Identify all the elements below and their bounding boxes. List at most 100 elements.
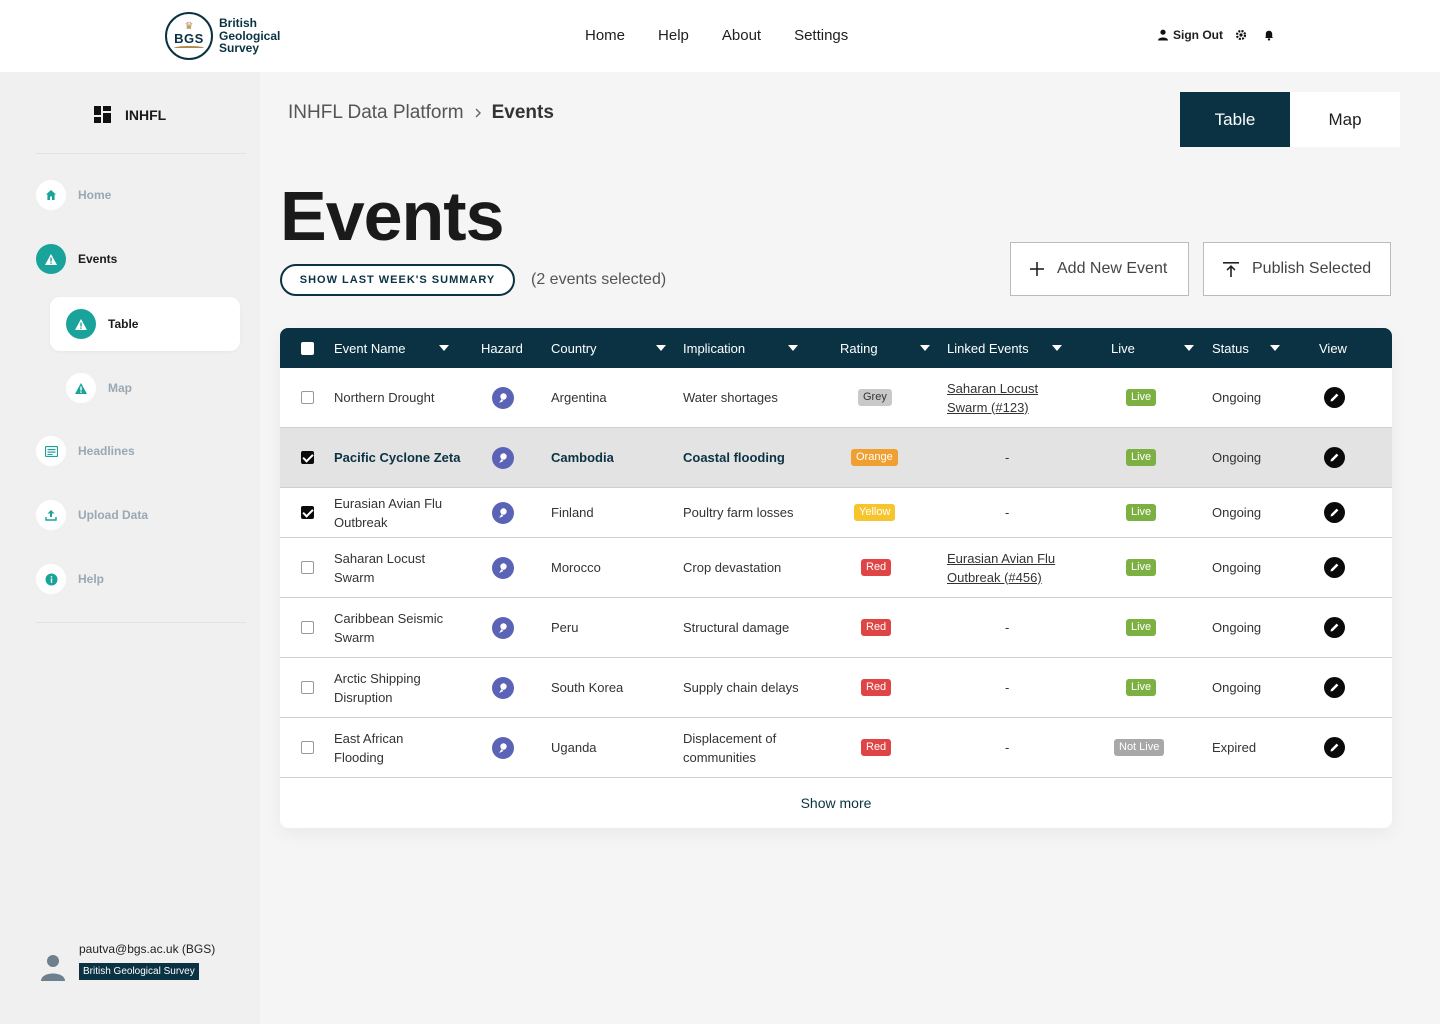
row-checkbox[interactable] [301,621,314,634]
live-badge: Live [1126,389,1157,406]
publish-selected-label: Publish Selected [1252,260,1372,277]
linked-events-empty: - [1005,450,1010,465]
column-header-event-name[interactable]: Event Name [334,328,406,368]
rating-badge: Red [861,739,892,756]
show-summary-button[interactable]: SHOW LAST WEEK'S SUMMARY [280,264,515,296]
breadcrumb: INHFL Data Platform Events [288,102,554,124]
event-country: Uganda [551,740,597,755]
sidebar-item-home[interactable]: Home [36,180,111,210]
linked-event-link[interactable]: Saharan Locust Swarm (#123) [947,379,1077,417]
select-all-checkbox[interactable] [301,342,314,355]
table-row[interactable]: Pacific Cyclone Zeta Cambodia Coastal fl… [280,428,1392,488]
sidebar-item-headlines[interactable]: Headlines [36,436,135,466]
sidebar-subitem-table[interactable]: Table [66,309,138,339]
sidebar-item-help[interactable]: Help [36,564,104,594]
hazard-icon [492,676,514,699]
column-header-status[interactable]: Status [1212,328,1249,368]
view-toggle: Table Map [1180,92,1400,147]
table-row[interactable]: Northern Drought Argentina Water shortag… [280,368,1392,428]
caret-down-icon[interactable] [656,345,666,351]
breadcrumb-root[interactable]: INHFL Data Platform [288,102,464,124]
sidebar-brand[interactable]: INHFL [94,106,166,123]
user-profile[interactable]: pautva@bgs.ac.uk (BGS) British Geologica… [40,942,215,982]
add-new-event-button[interactable]: Add New Event [1010,242,1189,296]
org-badge: British Geological Survey [79,963,199,980]
row-checkbox[interactable] [301,561,314,574]
caret-down-icon[interactable] [1184,345,1194,351]
edit-icon[interactable] [1324,387,1345,408]
sidebar-subitem-map[interactable]: Map [66,373,132,403]
row-checkbox[interactable] [301,741,314,754]
publish-selected-button[interactable]: Publish Selected [1203,242,1391,296]
tab-map-view[interactable]: Map [1290,92,1400,147]
event-country: South Korea [551,680,624,695]
hazard-icon [492,446,514,469]
column-header-country[interactable]: Country [551,328,597,368]
event-name: East African Flooding [334,730,404,765]
hazard-icon [492,501,514,524]
rating-badge: Red [861,619,892,636]
column-header-linked-events[interactable]: Linked Events [947,328,1029,368]
sidebar-brand-label: INHFL [125,106,167,123]
linked-events-empty: - [1005,740,1010,755]
bell-icon[interactable] [1263,29,1275,41]
sidebar-item-events[interactable]: Events [36,244,117,274]
gear-icon[interactable] [1235,29,1247,41]
newspaper-icon [36,436,66,466]
sidebar-item-label: Headlines [78,444,135,458]
edit-icon[interactable] [1324,502,1345,523]
event-status: Ongoing [1212,680,1262,695]
rating-badge: Grey [858,389,892,406]
column-header-live[interactable]: Live [1111,328,1135,368]
event-name: Caribbean Seismic Swarm [334,610,444,645]
caret-down-icon[interactable] [1270,345,1280,351]
nav-home[interactable]: Home [585,27,625,44]
rating-badge: Orange [851,449,898,466]
nav-help[interactable]: Help [658,27,689,44]
top-bar: ♛ BGS British Geological Survey Home Hel… [0,0,1440,72]
event-name: Saharan Locust Swarm [334,550,426,585]
event-name: Arctic Shipping Disruption [334,670,421,705]
tab-table-view[interactable]: Table [1180,92,1290,147]
warning-icon [36,244,66,274]
selected-count: (2 events selected) [531,271,667,288]
edit-icon[interactable] [1324,557,1345,578]
event-country: Cambodia [551,450,614,465]
linked-event-link[interactable]: Eurasian Avian Flu Outbreak (#456) [947,549,1072,587]
event-name: Northern Drought [334,390,435,405]
table-row[interactable]: Eurasian Avian Flu Outbreak Finland Poul… [280,488,1392,538]
sidebar-item-label: Home [78,188,112,202]
column-header-implication[interactable]: Implication [683,328,745,368]
event-implication: Displacement of communities [683,730,777,765]
show-more-button[interactable]: Show more [280,778,1392,828]
row-checkbox[interactable] [301,681,314,694]
sidebar-item-label: Upload Data [78,508,149,522]
column-header-hazard: Hazard [481,340,523,356]
linked-events-empty: - [1005,680,1010,695]
edit-icon[interactable] [1324,617,1345,638]
table-row[interactable]: East African Flooding Uganda Displacemen… [280,718,1392,778]
row-checkbox[interactable] [301,451,314,464]
caret-down-icon[interactable] [1052,345,1062,351]
event-implication: Coastal flooding [683,450,785,465]
avatar-icon [41,955,65,981]
bgs-logo[interactable]: ♛ BGS British Geological Survey [165,12,280,60]
table-row[interactable]: Saharan Locust Swarm Morocco Crop devast… [280,538,1392,598]
edit-icon[interactable] [1324,677,1345,698]
edit-icon[interactable] [1324,447,1345,468]
caret-down-icon[interactable] [439,345,449,351]
sidebar-item-upload-data[interactable]: Upload Data [36,500,148,530]
column-header-rating[interactable]: Rating [840,328,878,368]
table-row[interactable]: Arctic Shipping Disruption South Korea S… [280,658,1392,718]
row-checkbox[interactable] [301,391,314,404]
sign-out-button[interactable]: Sign Out [1157,28,1223,42]
row-checkbox[interactable] [301,506,314,519]
caret-down-icon[interactable] [788,345,798,351]
edit-icon[interactable] [1324,737,1345,758]
nav-settings[interactable]: Settings [794,27,848,44]
table-row[interactable]: Caribbean Seismic Swarm Peru Structural … [280,598,1392,658]
linked-events-empty: - [1005,505,1010,520]
nav-about[interactable]: About [722,27,761,44]
dashboard-icon [94,106,111,123]
caret-down-icon[interactable] [920,345,930,351]
